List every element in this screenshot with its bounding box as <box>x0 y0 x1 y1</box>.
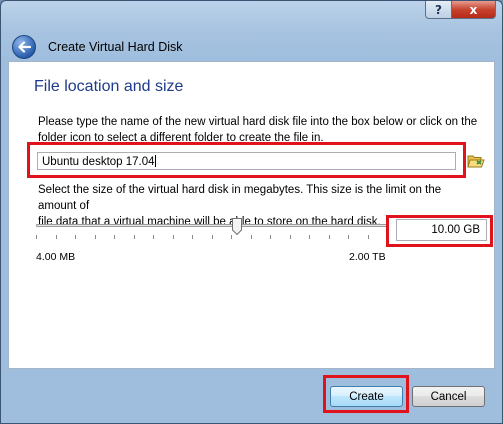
file-name-value: Ubuntu desktop 17.04 <box>42 156 155 168</box>
back-arrow-icon <box>18 40 31 53</box>
slider-tick <box>309 235 310 239</box>
size-slider[interactable] <box>36 218 388 244</box>
file-location-description: Please type the name of the new virtual … <box>38 114 478 146</box>
cancel-button[interactable]: Cancel <box>412 386 485 407</box>
slider-tick <box>251 235 252 239</box>
slider-tick <box>36 235 37 239</box>
file-desc-line-1: Please type the name of the new virtual … <box>38 116 478 128</box>
size-input[interactable]: 10.00 GB <box>396 219 487 241</box>
close-icon: x <box>469 2 478 17</box>
slider-tick <box>173 235 174 239</box>
slider-tick <box>192 235 193 239</box>
file-name-input[interactable]: Ubuntu desktop 17.04 <box>37 152 456 170</box>
slider-tick <box>114 235 115 239</box>
choose-folder-button[interactable] <box>467 153 485 169</box>
slider-tick <box>134 235 135 239</box>
slider-tick <box>231 235 232 239</box>
slider-tick <box>75 235 76 239</box>
page-title: File location and size <box>34 78 184 95</box>
min-size-label: 4.00 MB <box>36 251 76 263</box>
slider-tick <box>329 235 330 239</box>
slider-thumb[interactable] <box>232 218 242 235</box>
wizard-page: File location and size Please type the n… <box>8 61 495 369</box>
back-button[interactable] <box>12 34 36 59</box>
size-desc-line-1: Select the size of the virtual hard disk… <box>38 184 442 212</box>
slider-tick <box>368 235 369 239</box>
slider-tick <box>212 235 213 239</box>
help-icon: ? <box>435 2 442 17</box>
title-bar-controls: ? x <box>425 1 496 19</box>
slider-tick <box>95 235 96 239</box>
text-caret <box>154 155 156 167</box>
slider-track <box>36 224 388 227</box>
file-desc-line-2: folder icon to select a different folder… <box>38 132 324 144</box>
create-button[interactable]: Create <box>330 386 403 407</box>
slider-tick <box>56 235 57 239</box>
folder-icon <box>467 155 485 168</box>
slider-tick <box>387 235 388 239</box>
slider-tick <box>270 235 271 239</box>
slider-tick <box>153 235 154 239</box>
max-size-label: 2.00 TB <box>349 251 386 263</box>
close-button[interactable]: x <box>452 1 496 19</box>
slider-tick <box>348 235 349 239</box>
slider-tick <box>290 235 291 239</box>
dialog-header: Create Virtual Hard Disk <box>9 31 494 62</box>
help-button[interactable]: ? <box>425 1 452 19</box>
dialog-title: Create Virtual Hard Disk <box>48 39 183 54</box>
